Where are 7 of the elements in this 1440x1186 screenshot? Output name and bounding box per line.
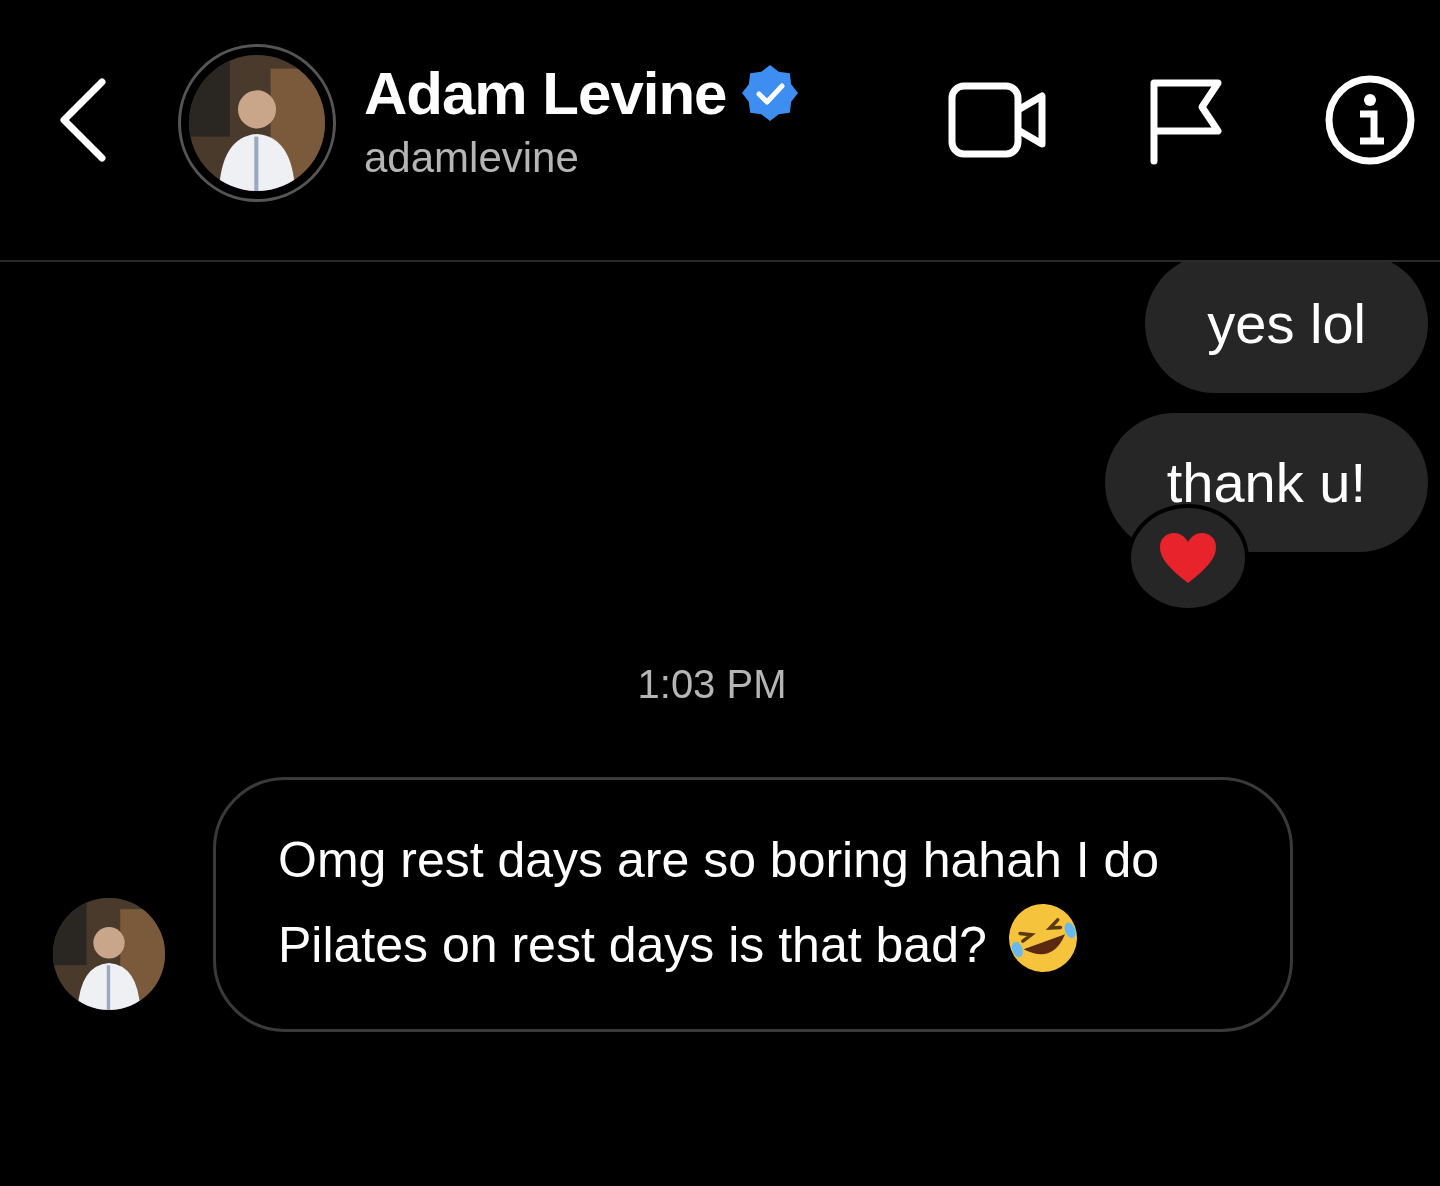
info-icon[interactable]	[1324, 74, 1416, 166]
message-bubble: thank u!	[1104, 413, 1428, 553]
avatar[interactable]	[178, 44, 336, 202]
contact-name: Adam Levine	[364, 58, 727, 128]
username: adamlevine	[364, 133, 580, 182]
message-bubble: Omg rest days are so boring hahah I do Pilates on rest days is that bad?	[213, 777, 1293, 1033]
timestamp: 1:03 PM	[637, 662, 787, 708]
